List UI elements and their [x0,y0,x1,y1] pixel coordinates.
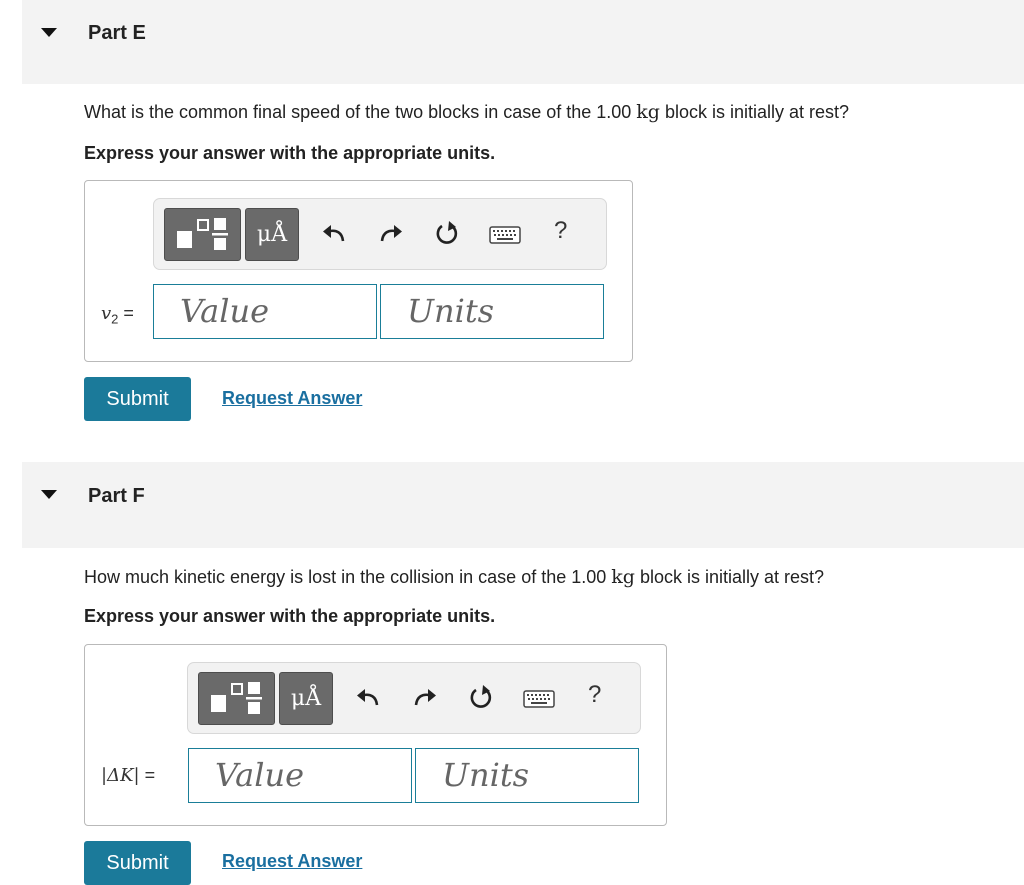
redo-icon[interactable] [412,686,438,710]
keyboard-icon[interactable] [489,226,521,244]
templates-button[interactable] [164,208,241,261]
request-answer-link[interactable]: Request Answer [222,388,362,409]
submit-button[interactable]: Submit [84,377,191,421]
templates-button[interactable] [198,672,275,725]
mu-angstrom-label: μÅ [290,686,322,711]
reset-icon[interactable] [468,684,496,712]
part-f-answer-box: μÅ ? |ΔK| = Value Units [84,644,667,826]
variable-label-v2: v2 = [101,303,134,327]
part-f-header[interactable] [22,462,1024,548]
part-e-header[interactable] [22,0,1024,84]
question-text-end: block is initially at rest? [659,102,850,122]
symbols-button[interactable]: μÅ [279,672,333,725]
question-text-end: block is initially at rest? [634,567,825,587]
math-toolbar: μÅ ? [187,662,641,734]
unit-kg: kg [611,566,635,588]
caret-down-icon[interactable] [41,28,57,37]
request-answer-link[interactable]: Request Answer [222,851,362,872]
templates-icon [211,682,262,714]
value-input[interactable]: Value [153,284,377,339]
undo-icon[interactable] [321,222,347,246]
unit-kg: kg [636,101,660,123]
part-e-title: Part E [88,22,146,44]
units-input[interactable]: Units [415,748,639,803]
part-f-title: Part F [88,485,145,507]
templates-icon [177,218,228,250]
part-e-question: What is the common final speed of the tw… [84,101,849,123]
undo-icon[interactable] [355,686,381,710]
part-e-instruction: Express your answer with the appropriate… [84,143,496,163]
mu-angstrom-label: μÅ [256,222,288,247]
part-e-answer-box: μÅ ? v2 = Value Units [84,180,633,362]
keyboard-icon[interactable] [523,690,555,708]
value-input[interactable]: Value [188,748,412,803]
units-input[interactable]: Units [380,284,604,339]
part-f-instruction: Express your answer with the appropriate… [84,606,496,626]
help-button[interactable]: ? [588,681,601,709]
part-f-question: How much kinetic energy is lost in the c… [84,566,824,588]
equals-sign: = [118,303,134,323]
variable-symbol: |ΔK| [101,765,140,786]
submit-button[interactable]: Submit [84,841,191,885]
variable-label-delta-k: |ΔK| = [101,765,155,786]
help-button[interactable]: ? [554,217,567,245]
symbols-button[interactable]: μÅ [245,208,299,261]
equals-sign: = [139,765,156,785]
reset-icon[interactable] [434,220,462,248]
question-text: How much kinetic energy is lost in the c… [84,567,612,587]
caret-down-icon[interactable] [41,490,57,499]
math-toolbar: μÅ ? [153,198,607,270]
redo-icon[interactable] [378,222,404,246]
question-text: What is the common final speed of the tw… [84,102,637,122]
variable-symbol: v [101,303,112,324]
